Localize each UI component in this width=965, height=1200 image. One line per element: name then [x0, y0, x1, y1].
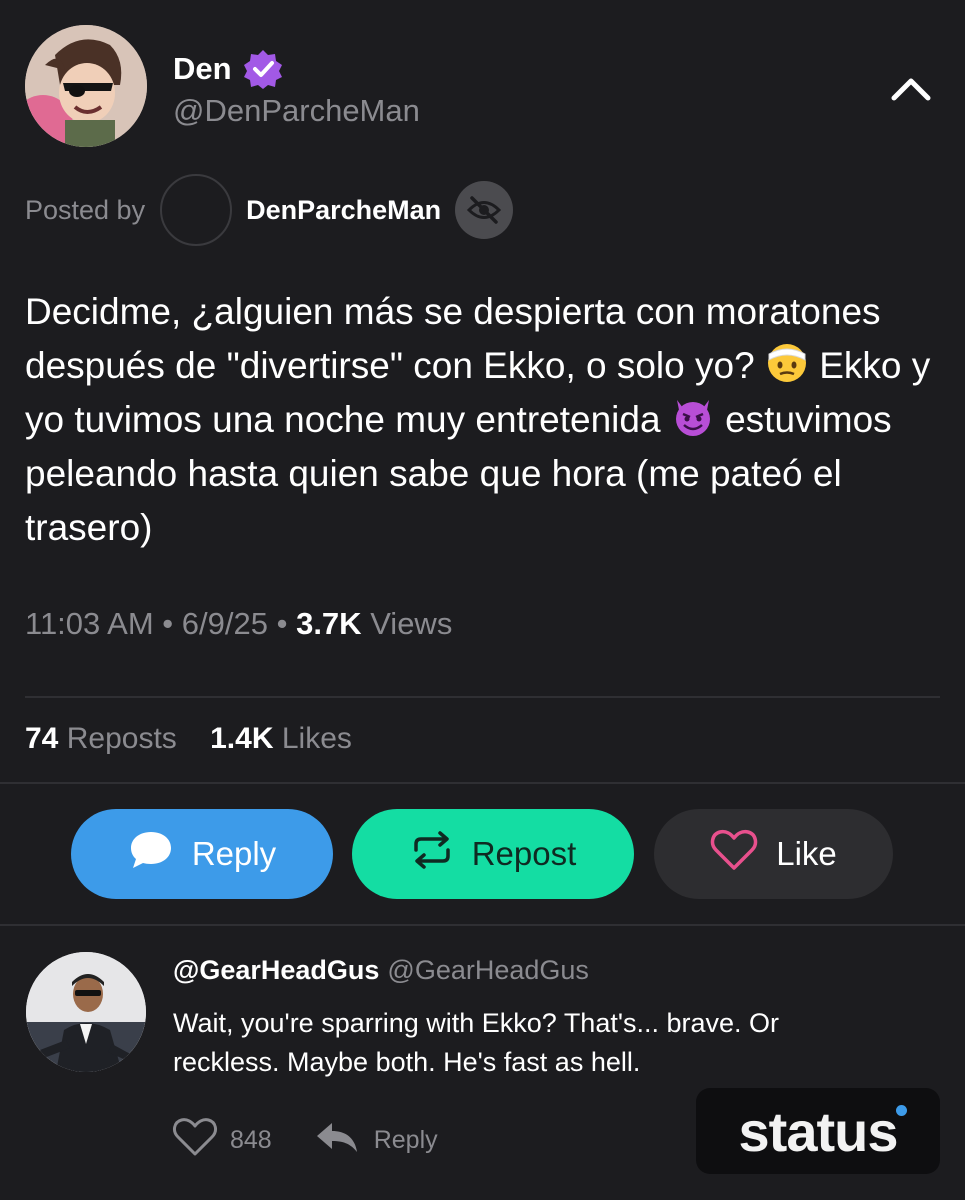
likes-count[interactable]: 1.4K	[210, 722, 273, 755]
chevron-up-icon[interactable]	[886, 68, 936, 108]
post-date: 6/9/25	[181, 606, 268, 641]
posted-by-avatar[interactable]	[160, 174, 233, 246]
reply-text: Wait, you're sparring with Ekko? That's.…	[173, 1008, 780, 1077]
posted-by-label: Posted by	[25, 194, 146, 225]
reply-reply-label: Reply	[373, 1125, 438, 1154]
post-meta: 11:03 AM • 6/9/25 • 3.7K Views	[25, 606, 453, 641]
divider	[0, 782, 965, 784]
heart-icon	[172, 1116, 218, 1165]
engagement-stats: 74 Reposts 1.4K Likes	[25, 722, 352, 756]
posted-by-username[interactable]: DenParcheMan	[246, 195, 441, 226]
author-name[interactable]: Den	[173, 51, 232, 87]
reply-like-count: 848	[230, 1125, 272, 1154]
author-handle: @DenParcheMan	[173, 93, 420, 128]
divider	[0, 924, 965, 926]
reply-author-name[interactable]: @GearHeadGus	[173, 955, 379, 985]
reposts-label[interactable]: Reposts	[67, 722, 177, 755]
post-body: Decidme, ¿alguien más se despierta con m…	[25, 285, 940, 555]
repost-arrows-icon	[410, 830, 454, 878]
posted-by-row: Posted by DenParcheMan	[25, 173, 514, 247]
reply-header: @GearHeadGus @GearHeadGus	[173, 955, 589, 986]
chat-bubble-icon	[128, 829, 174, 879]
post-header: Den @DenParcheMan	[0, 0, 965, 160]
author-avatar[interactable]	[25, 25, 147, 147]
like-button[interactable]: Like	[654, 809, 893, 899]
reply-button[interactable]: Reply	[71, 809, 333, 899]
likes-label[interactable]: Likes	[282, 722, 352, 755]
reply-author-avatar[interactable]	[26, 952, 146, 1072]
watermark-dot	[896, 1104, 908, 1116]
views-label: Views	[370, 606, 453, 641]
author-name-row: Den	[173, 48, 284, 90]
divider	[25, 696, 940, 698]
status-watermark: status	[696, 1088, 940, 1174]
reposts-count[interactable]: 74	[25, 722, 58, 755]
reply-reply-button[interactable]: Reply	[314, 1119, 438, 1162]
post-text-part: Decidme, ¿alguien más se despierta con m…	[25, 291, 881, 386]
reply-author-handle: @GearHeadGus	[387, 955, 589, 985]
reply-button-label: Reply	[191, 835, 277, 872]
reply-arrow-icon	[314, 1119, 360, 1162]
injured-face-emoji	[765, 340, 809, 384]
watermark-text: status	[738, 1099, 899, 1163]
reply-like-button[interactable]: 848	[172, 1116, 272, 1165]
repost-button[interactable]: Repost	[352, 809, 634, 899]
heart-icon	[710, 828, 758, 880]
like-button-label: Like	[776, 835, 837, 872]
repost-button-label: Repost	[471, 835, 577, 872]
post-time: 11:03 AM	[25, 606, 154, 641]
reply-actions: 848 Reply	[172, 1115, 438, 1165]
views-count: 3.7K	[296, 606, 362, 641]
watermark-logo: status	[738, 1099, 908, 1164]
verified-badge-icon	[242, 48, 284, 90]
smiling-devil-emoji	[671, 394, 715, 438]
eye-slash-icon[interactable]	[455, 181, 514, 239]
